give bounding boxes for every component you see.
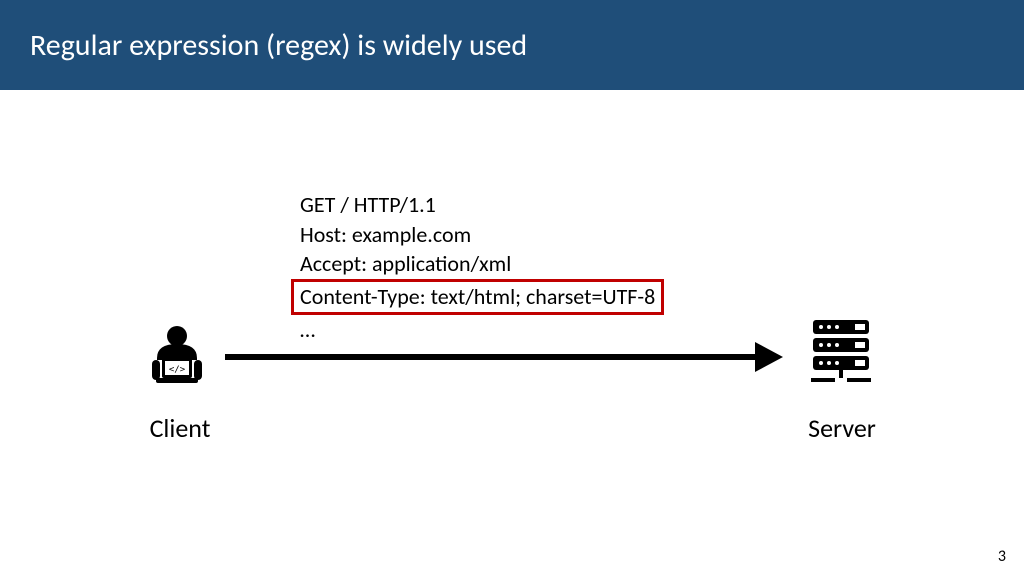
http-line-1: GET / HTTP/1.1 (300, 190, 664, 220)
slide-title: Regular expression (regex) is widely use… (30, 27, 527, 64)
http-line-2: Host: example.com (300, 220, 664, 250)
http-line-5: … (300, 315, 664, 345)
content-type-highlight: Content-Type: text/html; charset=UTF-8 (291, 279, 664, 315)
request-arrow-line (225, 354, 755, 360)
slide-content: GET / HTTP/1.1 Host: example.com Accept:… (0, 90, 1024, 576)
slide-header: Regular expression (regex) is widely use… (0, 0, 1024, 90)
server-label: Server (792, 412, 892, 444)
client-label: Client (130, 412, 230, 444)
client-developer-icon: </> (138, 324, 216, 388)
request-arrow-head-icon (755, 342, 783, 372)
http-line-3: Accept: application/xml (300, 249, 664, 279)
svg-text:</>: </> (169, 365, 186, 375)
server-rack-icon (805, 316, 877, 388)
http-line-4-highlight: Content-Type: text/html; charset=UTF-8 (300, 279, 664, 315)
http-request-block: GET / HTTP/1.1 Host: example.com Accept:… (300, 190, 664, 344)
page-number: 3 (998, 547, 1006, 566)
